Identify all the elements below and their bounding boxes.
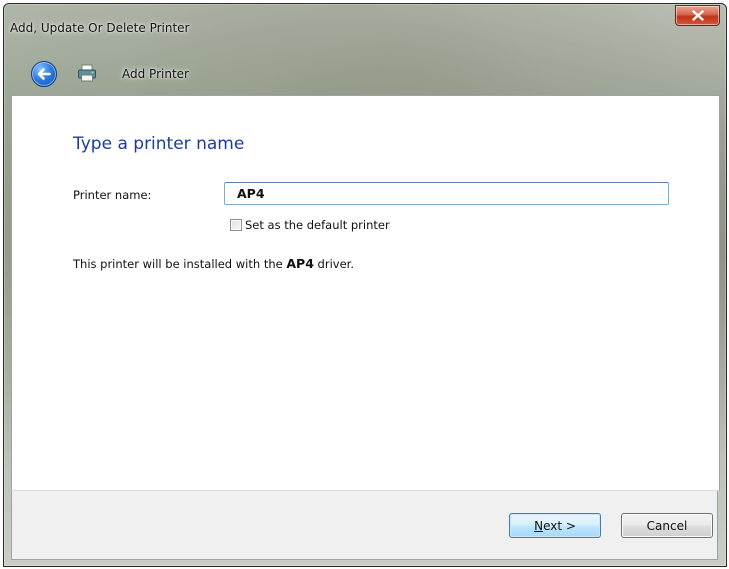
window-title: Add, Update Or Delete Printer bbox=[10, 21, 190, 35]
driver-name: AP4 bbox=[286, 256, 314, 271]
cancel-button[interactable]: Cancel bbox=[621, 513, 713, 538]
wizard-content: Type a printer name Printer name: Set as… bbox=[11, 95, 720, 491]
back-arrow-icon bbox=[37, 68, 51, 80]
title-bar: Add, Update Or Delete Printer bbox=[4, 4, 726, 48]
button-bar: Next > Cancel bbox=[11, 490, 718, 560]
default-printer-label[interactable]: Set as the default printer bbox=[245, 218, 390, 232]
default-printer-checkbox[interactable] bbox=[230, 219, 242, 231]
printer-name-label: Printer name: bbox=[73, 188, 152, 202]
printer-name-input[interactable] bbox=[224, 182, 669, 205]
next-mnemonic: N bbox=[534, 518, 544, 533]
driver-info-text: This printer will be installed with the … bbox=[73, 256, 354, 271]
navigation-bar: Add Printer bbox=[4, 58, 726, 94]
page-heading: Type a printer name bbox=[73, 134, 245, 154]
back-button[interactable] bbox=[31, 61, 57, 87]
close-button[interactable] bbox=[675, 5, 720, 26]
dialog-window: Add, Update Or Delete Printer Add Printe… bbox=[3, 3, 727, 567]
driver-info-suffix: driver. bbox=[313, 257, 354, 271]
default-printer-option[interactable]: Set as the default printer bbox=[230, 217, 390, 233]
nav-title: Add Printer bbox=[122, 67, 189, 81]
close-icon bbox=[691, 10, 704, 21]
next-label: ext > bbox=[543, 518, 576, 533]
driver-info-prefix: This printer will be installed with the bbox=[73, 257, 287, 271]
printer-icon bbox=[78, 64, 96, 82]
next-button[interactable]: Next > bbox=[509, 513, 601, 538]
